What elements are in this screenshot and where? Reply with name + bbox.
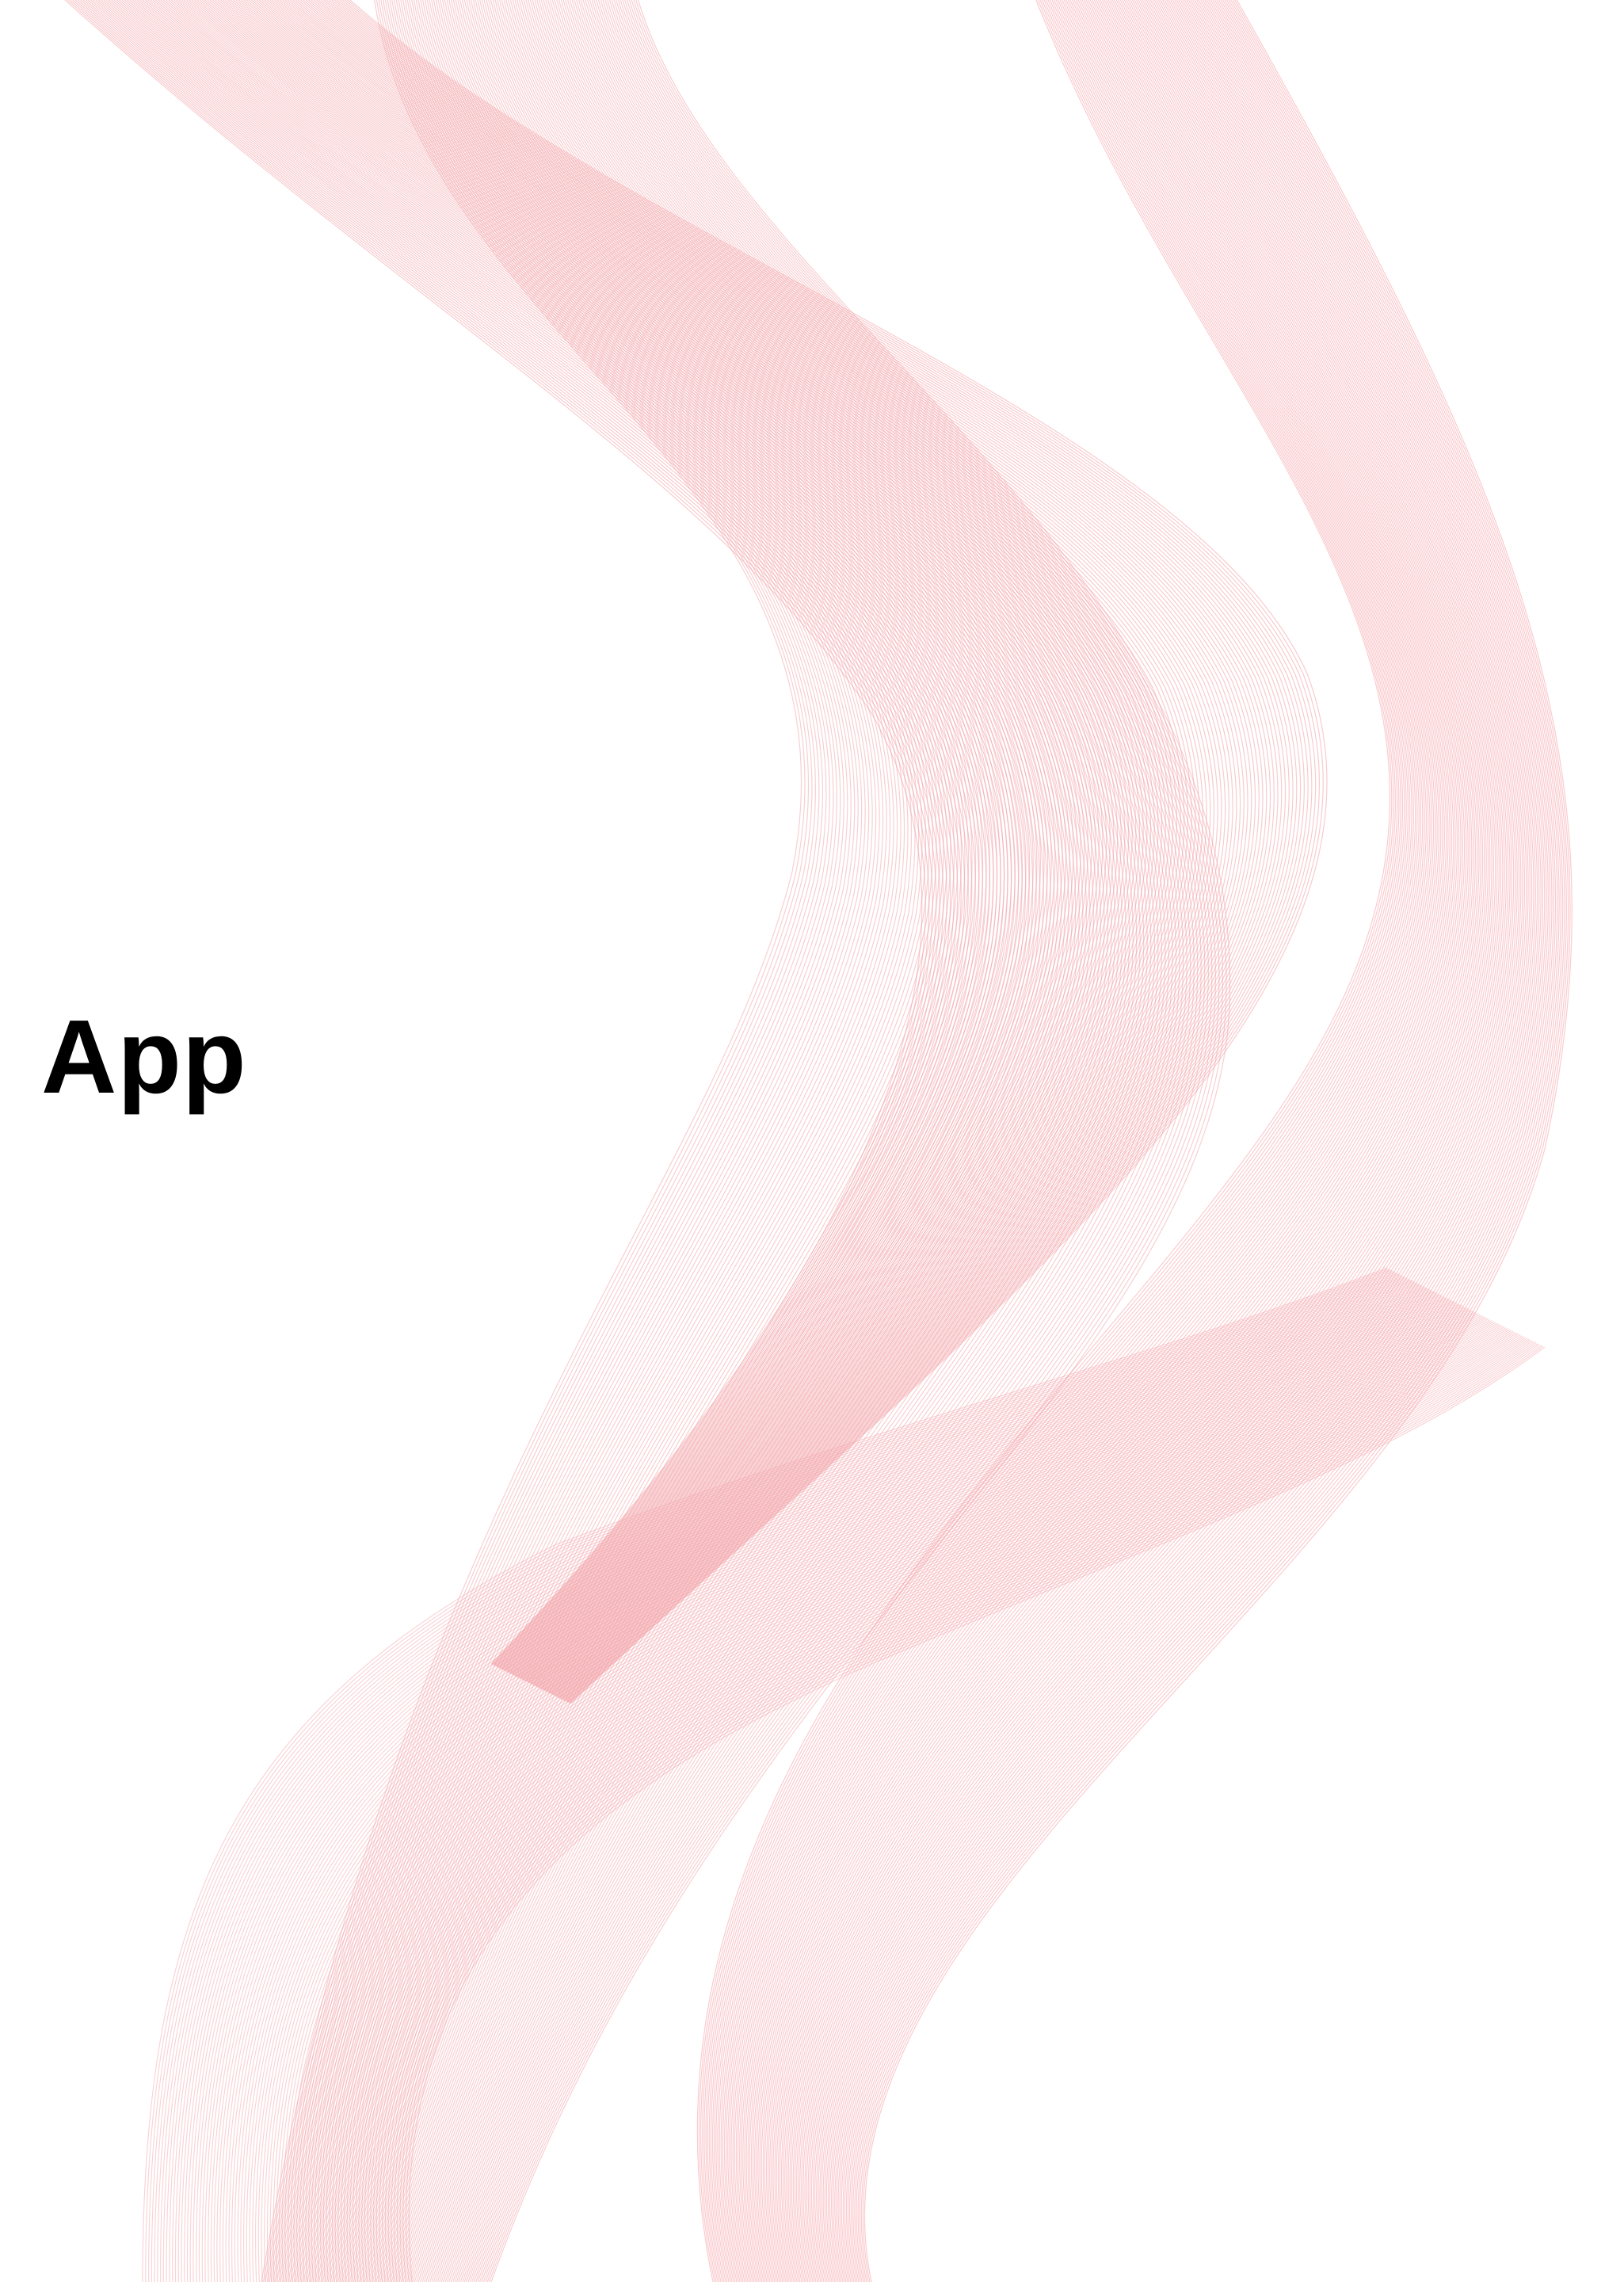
wave-line — [191, 0, 1100, 1682]
wave-line — [170, 0, 1070, 1680]
wave-line — [396, 1343, 1538, 2282]
wave-line — [315, 0, 1279, 1700]
wave-line — [405, 1345, 1544, 2282]
wave-line — [372, 1336, 1524, 2282]
wave-line — [234, 1294, 1442, 2282]
wave-line — [842, 0, 1549, 2282]
app-title: App — [41, 998, 247, 1115]
splash-screen: App — [0, 0, 1624, 2282]
wave-line — [387, 1340, 1533, 2282]
wave-line — [225, 1292, 1436, 2282]
wave-line — [749, 0, 1447, 2282]
wave-line — [429, 0, 1116, 2282]
wave-ribbon-background — [64, 0, 1573, 2282]
